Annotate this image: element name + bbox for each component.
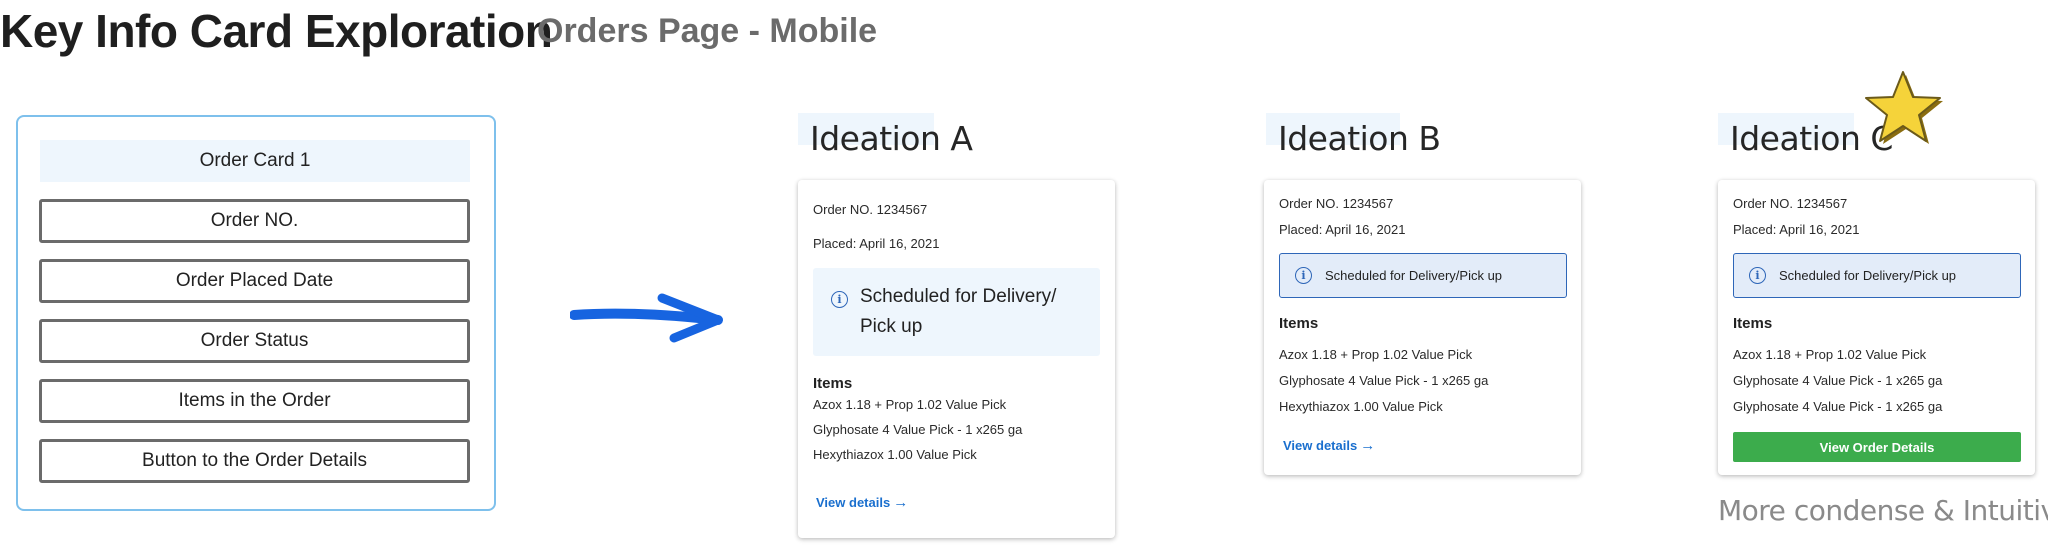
star-icon	[1865, 71, 1943, 144]
list-item: Glyphosate 4 Value Pick - 1 x265 ga	[1733, 373, 1943, 388]
order-card-a: Order NO. 1234567 Placed: April 16, 2021…	[798, 180, 1115, 538]
page-title: Key Info Card Exploration	[0, 5, 553, 57]
list-item: Azox 1.18 + Prop 1.02 Value Pick	[813, 397, 1007, 412]
footnote-caption: More condense & Intuitive	[1718, 494, 2048, 527]
order-card-c: Order NO. 1234567 Placed: April 16, 2021…	[1718, 180, 2035, 475]
order-card-b: Order NO. 1234567 Placed: April 16, 2021…	[1264, 180, 1581, 475]
view-details-label: View details	[816, 495, 891, 510]
view-details-link[interactable]: View details →	[1283, 437, 1375, 454]
status-banner: i Scheduled for Delivery/Pick up	[1733, 253, 2021, 298]
list-item: Glyphosate 4 Value Pick - 1 x265 ga	[1279, 373, 1489, 388]
outline-row-placed-date: Order Placed Date	[39, 259, 470, 303]
status-line-1: Scheduled for Delivery/	[860, 286, 1057, 307]
status-text: Scheduled for Delivery/Pick up	[1325, 268, 1503, 283]
view-details-label: View details	[1283, 438, 1358, 453]
order-number: Order NO. 1234567	[813, 202, 928, 217]
status-banner: i Scheduled for Delivery/Pick up	[1279, 253, 1567, 298]
view-details-link[interactable]: View details →	[816, 494, 908, 511]
outline-row-button: Button to the Order Details	[39, 439, 470, 483]
info-icon: i	[831, 290, 848, 308]
order-number: Order NO. 1234567	[1733, 196, 1848, 211]
list-item: Glyphosate 4 Value Pick - 1 x265 ga	[1733, 399, 1943, 414]
outline-row-status: Order Status	[39, 319, 470, 363]
placed-date: Placed: April 16, 2021	[1733, 222, 1860, 237]
arrow-right-icon: →	[1360, 437, 1376, 454]
info-icon: i	[1295, 267, 1312, 284]
outline-heading: Order Card 1	[40, 140, 470, 182]
arrow-right-icon: →	[893, 494, 909, 511]
status-banner: i Scheduled for Delivery/ Pick up	[813, 268, 1100, 356]
status-line-2: Pick up	[860, 316, 923, 337]
status-text: Scheduled for Delivery/Pick up	[1779, 268, 1957, 283]
list-item: Azox 1.18 + Prop 1.02 Value Pick	[1733, 347, 1927, 362]
items-heading: Items	[813, 375, 853, 392]
list-item: Hexythiazox 1.00 Value Pick	[1279, 399, 1443, 414]
order-number: Order NO. 1234567	[1279, 196, 1394, 211]
hand-drawn-arrow-icon	[570, 293, 723, 343]
items-heading: Items	[1733, 315, 1773, 332]
page-subtitle: Orders Page - Mobile	[537, 12, 878, 50]
list-item: Glyphosate 4 Value Pick - 1 x265 ga	[813, 422, 1023, 437]
outline-row-items: Items in the Order	[39, 379, 470, 423]
items-heading: Items	[1279, 315, 1319, 332]
placed-date: Placed: April 16, 2021	[813, 236, 940, 251]
view-order-details-button[interactable]: View Order Details	[1733, 432, 2021, 462]
ideation-a-label: Ideation A	[810, 119, 973, 158]
ideation-b-label: Ideation B	[1278, 119, 1441, 158]
info-icon: i	[1749, 267, 1766, 284]
outline-row-order-no: Order NO.	[39, 199, 470, 243]
list-item: Hexythiazox 1.00 Value Pick	[813, 447, 977, 462]
list-item: Azox 1.18 + Prop 1.02 Value Pick	[1279, 347, 1473, 362]
placed-date: Placed: April 16, 2021	[1279, 222, 1406, 237]
